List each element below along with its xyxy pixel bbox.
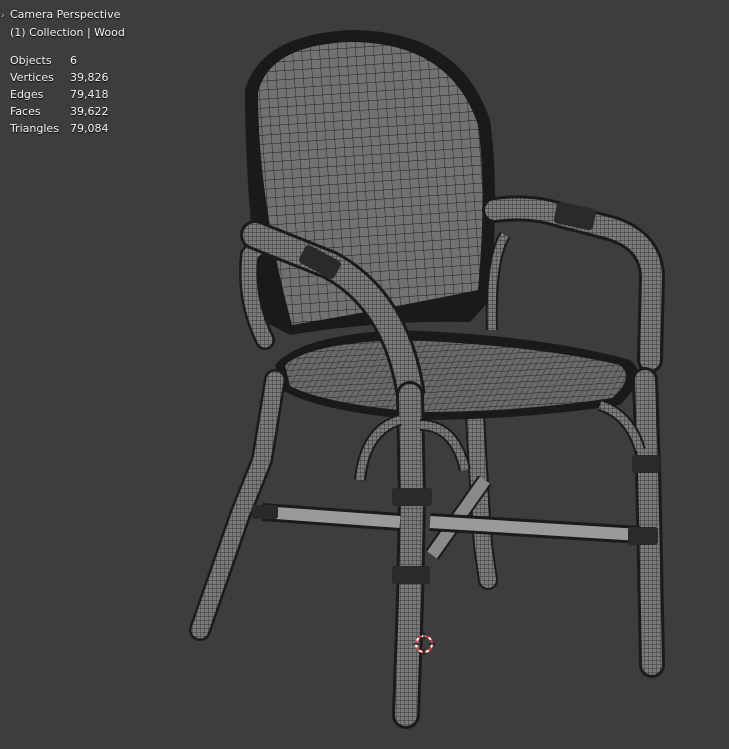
stat-label: Vertices xyxy=(10,71,54,84)
scene-statistics: Objects 6 Vertices 39,826 Edges 79,418 F… xyxy=(10,54,109,139)
collection-label: (1) Collection | Wood xyxy=(10,26,125,39)
stat-value: 39,826 xyxy=(70,71,109,84)
stat-value: 79,084 xyxy=(70,122,109,135)
stat-vertices: Vertices 39,826 xyxy=(10,71,109,88)
chair-wireframe-model[interactable] xyxy=(0,0,729,749)
3d-viewport[interactable]: › Camera Perspective (1) Collection | Wo… xyxy=(0,0,729,749)
stat-value: 6 xyxy=(70,54,77,67)
stat-label: Objects xyxy=(10,54,52,67)
stat-label: Triangles xyxy=(10,122,59,135)
view-name: Camera Perspective xyxy=(10,8,121,21)
stat-objects: Objects 6 xyxy=(10,54,109,71)
stat-value: 79,418 xyxy=(70,88,109,101)
expand-arrow-icon[interactable]: › xyxy=(1,11,5,21)
stat-triangles: Triangles 79,084 xyxy=(10,122,109,139)
stat-edges: Edges 79,418 xyxy=(10,88,109,105)
stat-label: Faces xyxy=(10,105,41,118)
stat-label: Edges xyxy=(10,88,44,101)
stat-faces: Faces 39,622 xyxy=(10,105,109,122)
stat-value: 39,622 xyxy=(70,105,109,118)
3d-cursor-icon[interactable] xyxy=(413,633,435,655)
